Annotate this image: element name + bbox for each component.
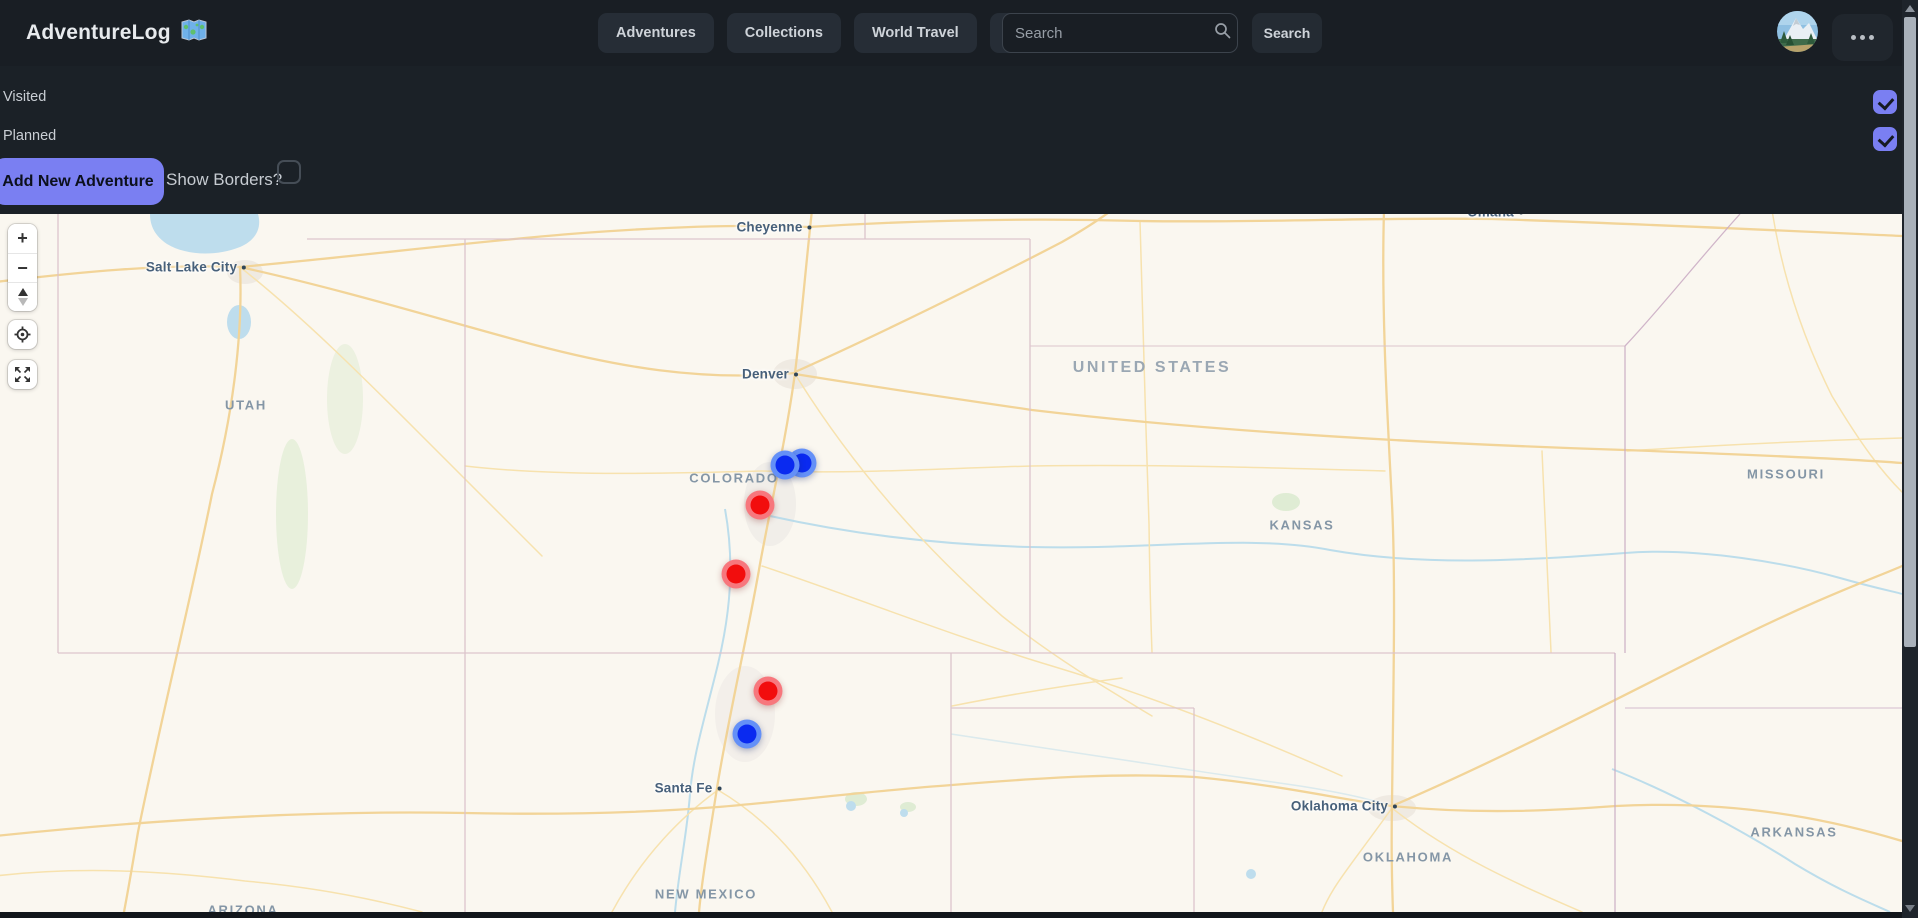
city-dot-icon <box>1393 804 1397 808</box>
nav-collections[interactable]: Collections <box>727 13 841 53</box>
expand-icon <box>14 366 31 383</box>
city-dot-icon <box>717 786 721 790</box>
nav-adventures[interactable]: Adventures <box>598 13 714 53</box>
planned-label: Planned <box>3 128 56 144</box>
city-label: Denver <box>742 367 798 382</box>
page-scrollbar <box>1902 0 1918 918</box>
app-title: AdventureLog <box>26 21 171 45</box>
state-label: ARIZONA <box>207 903 278 913</box>
nav-world-travel[interactable]: World Travel <box>854 13 977 53</box>
overflow-menu-button[interactable] <box>1832 14 1893 61</box>
state-label: UTAH <box>225 398 267 413</box>
pitch-down-icon <box>18 298 28 306</box>
planned-checkbox[interactable] <box>1873 127 1897 151</box>
city-label: Santa Fe <box>655 781 722 796</box>
scroll-down-arrow-icon[interactable] <box>1905 905 1915 912</box>
magnifier-icon <box>1214 22 1231 44</box>
ellipsis-icon <box>1851 35 1856 40</box>
state-label: ARKANSAS <box>1750 825 1837 840</box>
city-label: Oklahoma City <box>1291 799 1397 814</box>
search-box <box>1002 13 1238 53</box>
state-label: NEW MEXICO <box>655 887 757 902</box>
fullscreen-button[interactable] <box>8 360 37 389</box>
avatar[interactable] <box>1777 11 1818 52</box>
map-overlay: UNITED STATES UTAH COLORADO KANSAS MISSOURI N… <box>0 214 1902 912</box>
city-dot-icon <box>794 372 798 376</box>
show-borders-label: Show Borders? <box>166 170 282 190</box>
map-zoom-controls: + − <box>8 224 37 311</box>
zoom-in-button[interactable]: + <box>8 224 37 253</box>
city-dot-icon <box>242 265 246 269</box>
pitch-up-icon <box>18 288 28 296</box>
navbar: AdventureLog Adventures Collections Worl… <box>0 0 1902 66</box>
search-button[interactable]: Search <box>1252 13 1322 53</box>
city-label: Salt Lake City <box>146 260 246 275</box>
state-label: COLORADO <box>689 471 778 486</box>
state-label: KANSAS <box>1269 518 1334 533</box>
show-borders-checkbox[interactable] <box>277 160 301 184</box>
adventure-marker-visited[interactable] <box>746 491 775 520</box>
adventure-marker-planned[interactable] <box>733 720 762 749</box>
add-new-adventure-button[interactable]: Add New Adventure <box>0 158 164 205</box>
mountain-painting-icon <box>1777 11 1818 52</box>
city-dot-icon <box>808 225 812 229</box>
geolocate-button[interactable] <box>8 320 37 349</box>
adventure-marker-visited[interactable] <box>722 560 751 589</box>
compass-button[interactable] <box>8 282 37 311</box>
map-canvas[interactable]: UNITED STATES UTAH COLORADO KANSAS MISSOURI N… <box>0 214 1902 912</box>
header-area: AdventureLog Adventures Collections Worl… <box>0 0 1902 214</box>
app-logo[interactable]: AdventureLog <box>26 19 207 47</box>
country-label: UNITED STATES <box>1073 359 1232 377</box>
search-input[interactable] <box>1015 25 1214 42</box>
scroll-up-arrow-icon[interactable] <box>1905 5 1915 12</box>
visited-checkbox[interactable] <box>1873 90 1897 114</box>
main-nav: Adventures Collections World Travel Map <box>598 13 1055 53</box>
app-window: AdventureLog Adventures Collections Worl… <box>0 0 1918 918</box>
city-label: Cheyenne <box>736 220 811 235</box>
scrollbar-thumb[interactable] <box>1904 17 1916 647</box>
adventure-marker-planned[interactable] <box>771 451 800 480</box>
target-icon <box>14 326 31 343</box>
bottom-edge <box>0 912 1902 918</box>
state-label: OKLAHOMA <box>1363 850 1453 865</box>
world-map-icon <box>181 19 207 47</box>
state-label: MISSOURI <box>1747 467 1825 482</box>
adventure-marker-visited[interactable] <box>754 677 783 706</box>
city-label: Omaha <box>1467 214 1523 220</box>
visited-label: Visited <box>3 89 46 105</box>
zoom-out-button[interactable]: − <box>8 253 37 282</box>
